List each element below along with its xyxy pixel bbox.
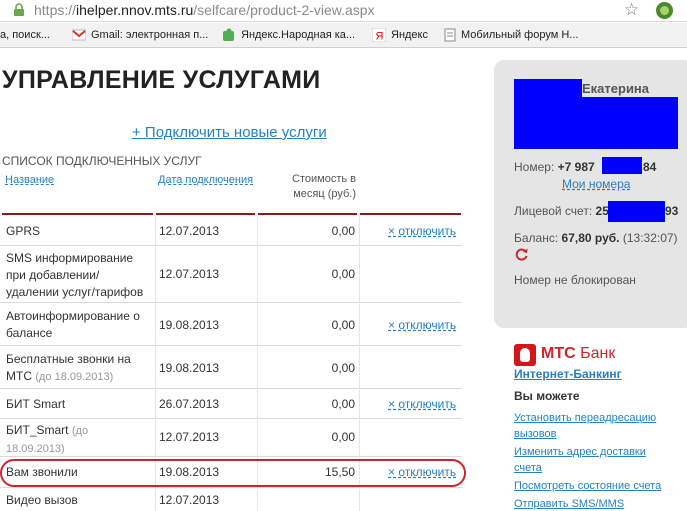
service-date: 12.07.2013 <box>159 267 220 281</box>
service-date: 26.07.2013 <box>159 397 220 411</box>
balance-value: 67,80 руб. <box>561 231 620 245</box>
refresh-icon[interactable] <box>515 247 529 261</box>
redaction <box>608 201 665 222</box>
service-date: 12.07.2013 <box>159 430 220 444</box>
lock-icon <box>14 3 24 16</box>
service-name: БИТ_Smart (до 18.09.2013) <box>6 422 146 458</box>
profile-name: Екатерина <box>582 81 650 96</box>
bank-name-rest: Банк <box>575 345 616 362</box>
service-date: 12.07.2013 <box>159 493 220 507</box>
column-header-date[interactable]: Дата подключения <box>158 174 253 186</box>
number-prefix: +7 987 <box>557 160 595 174</box>
balance-label: Баланс: <box>514 231 559 245</box>
puzzle-icon <box>222 28 236 42</box>
redaction <box>582 97 678 149</box>
table-row: GPRS 12.07.2013 0,00 × отключить <box>0 216 462 246</box>
disconnect-link[interactable]: × отключить <box>388 223 456 240</box>
service-date: 12.07.2013 <box>159 224 220 238</box>
service-note: (до 18.09.2013) <box>35 371 114 383</box>
address-bar[interactable]: https://ihelper.nnov.mts.ru/selfcare/pro… <box>0 0 687 22</box>
disconnect-link[interactable]: × отключить <box>388 317 456 334</box>
bookmarks-bar: а, поиск... Gmail: электронная п... Янде… <box>0 23 687 48</box>
connect-services-link[interactable]: + Подключить новые услуги <box>132 124 327 141</box>
service-cost: 0,00 <box>331 361 355 375</box>
service-name: Автоинформирование о балансе <box>6 309 140 340</box>
url-text[interactable]: https://ihelper.nnov.mts.ru/selfcare/pro… <box>34 2 375 18</box>
list-heading: СПИСОК ПОДКЛЮЧЕННЫХ УСЛУГ <box>2 154 202 168</box>
redaction <box>602 157 642 174</box>
header-rule <box>360 213 461 215</box>
table-row: Бесплатные звонки на МТС (до 18.09.2013)… <box>0 347 462 389</box>
highlight-annotation <box>0 459 466 487</box>
table-row: Видео вызов 12.07.2013 <box>0 489 462 511</box>
svg-text:Я: Я <box>376 31 384 43</box>
mts-bank-logo <box>514 344 536 366</box>
column-header-cost: Стоимость в месяц (руб.) <box>270 172 356 202</box>
account-status-link[interactable]: Посмотреть состояние счета <box>514 478 674 494</box>
table-row: БИТ Smart 26.07.2013 0,00 × отключить <box>0 390 462 419</box>
balance-line: Баланс: 67,80 руб. (13:32:07) <box>514 231 678 245</box>
header-rule <box>156 213 255 215</box>
delivery-address-link[interactable]: Изменить адрес доставки счета <box>514 444 674 476</box>
service-name-text: БИТ_Smart <box>6 423 69 437</box>
forwarding-link[interactable]: Установить переадресацию вызовов <box>514 410 674 442</box>
table-row: Автоинформирование о балансе 19.08.2013 … <box>0 304 462 346</box>
block-status: Номер не блокирован <box>514 273 636 287</box>
bank-name: МТС Банк <box>541 345 615 363</box>
internet-banking-link[interactable]: Интернет-Банкинг <box>514 367 622 381</box>
account-prefix: 25 <box>595 204 609 218</box>
service-name: Бесплатные звонки на МТС (до 18.09.2013) <box>6 351 146 386</box>
service-cost: 0,00 <box>331 430 355 444</box>
header-rule <box>2 213 153 215</box>
url-scheme: https:// <box>34 2 77 18</box>
cost-header-line1: Стоимость в <box>292 173 356 185</box>
table-row: SMS информирование при добавлении/ удале… <box>0 247 462 303</box>
gmail-icon <box>71 28 87 42</box>
number-label: Номер: <box>514 160 555 174</box>
account-suffix: 93 <box>665 204 679 218</box>
service-cost: 0,00 <box>331 224 355 238</box>
bookmark-gmail[interactable]: Gmail: электронная п... <box>91 29 208 41</box>
service-name: GPRS <box>6 224 41 238</box>
page-title: УПРАВЛЕНИЕ УСЛУГАМИ <box>2 66 321 94</box>
header-rule <box>258 213 357 215</box>
bookmark-search[interactable]: а, поиск... <box>0 29 50 41</box>
service-date: 19.08.2013 <box>159 361 220 375</box>
number-suffix: 84 <box>643 160 657 174</box>
account-line: Лицевой счет: 25 <box>514 204 609 218</box>
send-sms-link[interactable]: Отправить SMS/MMS <box>514 496 674 511</box>
redaction <box>514 79 582 149</box>
number-line: Номер: +7 987 <box>514 160 595 174</box>
url-path: /selfcare/product-2-view.aspx <box>193 2 375 18</box>
bookmark-yandex-map[interactable]: Яндекс.Народная ка... <box>241 29 355 41</box>
service-cost: 0,00 <box>331 318 355 332</box>
service-cost: 0,00 <box>331 267 355 281</box>
yandex-icon: Я <box>371 27 387 43</box>
service-cost: 0,00 <box>331 397 355 411</box>
you-can-heading: Вы можете <box>514 389 580 403</box>
service-name: Видео вызов <box>6 493 78 507</box>
service-name: SMS информирование при добавлении/ удале… <box>6 251 144 299</box>
my-numbers-link[interactable]: Мои номера <box>562 177 630 191</box>
bank-name-bold: МТС <box>541 345 576 362</box>
service-date: 19.08.2013 <box>159 318 220 332</box>
page-icon <box>443 28 457 42</box>
disconnect-link[interactable]: × отключить <box>388 396 456 413</box>
table-row: БИТ_Smart (до 18.09.2013) 12.07.2013 0,0… <box>0 420 462 457</box>
star-icon[interactable]: ☆ <box>624 0 639 20</box>
column-header-name[interactable]: Название <box>5 174 54 186</box>
service-name: БИТ Smart <box>6 397 66 411</box>
extension-icon[interactable] <box>656 2 673 19</box>
bookmark-forum[interactable]: Мобильный форум Н... <box>461 29 578 41</box>
url-host: ihelper.nnov.mts.ru <box>76 2 194 18</box>
balance-time: (13:32:07) <box>622 231 678 245</box>
bookmark-yandex[interactable]: Яндекс <box>391 29 428 41</box>
account-label: Лицевой счет: <box>514 204 593 218</box>
cost-header-line2: месяц (руб.) <box>293 188 356 200</box>
